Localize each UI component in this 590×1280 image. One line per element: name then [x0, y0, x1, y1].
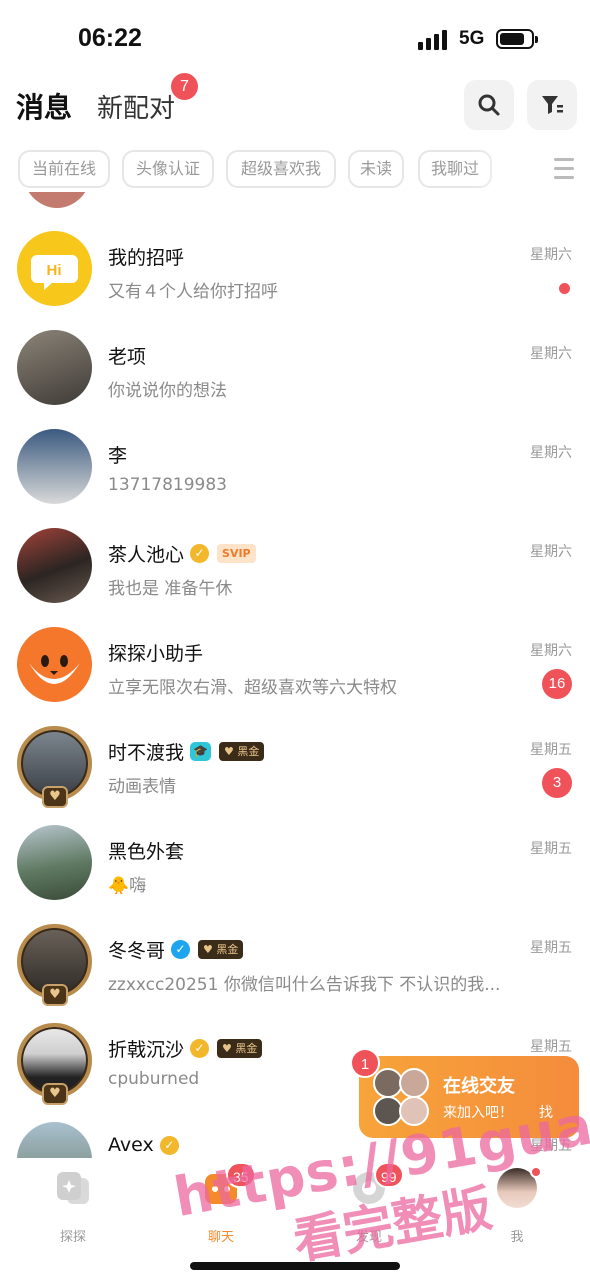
education-icon: 🎓	[190, 742, 212, 761]
contact-name: 冬冬哥	[108, 940, 166, 962]
message-time: 星期六	[530, 346, 572, 362]
unread-count-badge: 16	[542, 669, 572, 699]
contact-name: 李	[108, 445, 128, 467]
chips-fade	[470, 150, 550, 190]
profile-dot	[530, 1166, 542, 1178]
message-preview: 动画表情	[108, 777, 176, 797]
contact-name: 时不渡我	[108, 742, 185, 764]
network-type: 5G	[459, 28, 485, 49]
black-gold-frame-icon: ♥	[42, 984, 68, 1006]
chips-more-icon[interactable]	[554, 158, 574, 180]
message-preview-text: 嗨	[129, 876, 147, 896]
black-gold-tag-label: 黑金	[235, 1042, 258, 1055]
avatar: Hi	[17, 231, 92, 306]
conversation-row[interactable]: 李 13717819983 星期六	[0, 429, 590, 528]
message-time: 星期六	[530, 445, 572, 461]
online-card-title: 在线交友	[443, 1076, 515, 1097]
tab-tantan[interactable]: 探探	[28, 1168, 118, 1248]
greeting-hi-icon: Hi	[17, 231, 92, 306]
filter-icon	[542, 96, 563, 114]
message-time: 星期五	[530, 940, 572, 956]
contact-name: Avex	[108, 1134, 154, 1156]
conversation-row[interactable]: Hi 我的招呼 又有４个人给你打招呼 星期六	[0, 231, 590, 330]
battery-icon	[496, 29, 538, 49]
conversation-row[interactable]: ♥ 时不渡我 🎓 ♥ 黑金 动画表情 星期五 3	[0, 726, 590, 825]
black-gold-frame-icon: ♥	[42, 1083, 68, 1105]
verified-check-icon: ✓	[159, 1135, 179, 1155]
conversation-row[interactable]: 茶人池心 ✓ SVIP 我也是 准备午休 星期六	[0, 528, 590, 627]
conversation-row[interactable]: 老项 你说说你的想法 星期六	[0, 330, 590, 429]
status-bar: 06:22 5G	[0, 0, 590, 70]
contact-name: 黑色外套	[108, 841, 185, 863]
message-time: 星期六	[530, 643, 572, 659]
chick-emoji-icon: 🐥	[108, 876, 130, 896]
avatar	[17, 528, 92, 603]
fox-mascot-icon	[17, 627, 92, 702]
verified-check-icon: ✓	[190, 544, 210, 563]
black-gold-tag: ♥ 黑金	[198, 940, 244, 959]
search-icon	[478, 94, 500, 116]
black-gold-tag-label: 黑金	[216, 943, 239, 956]
contact-name: 我的招呼	[108, 247, 185, 269]
message-time: 星期五	[530, 742, 572, 758]
conversation-row[interactable]: ♥ 冬冬哥 ✓ ♥ 黑金 zzxxcc20251 你微信叫什么告诉我下 不认识的我.…	[0, 924, 590, 1023]
avatar	[17, 429, 92, 504]
message-preview: zzxxcc20251 你微信叫什么告诉我下 不认识的我...	[108, 975, 501, 995]
chip-avatar-verified[interactable]: 头像认证	[122, 150, 214, 188]
message-preview: 你说说你的想法	[108, 381, 227, 401]
avatar	[17, 330, 92, 405]
chip-super-liked-me[interactable]: 超级喜欢我	[226, 150, 336, 188]
chip-online-now[interactable]: 当前在线	[18, 150, 110, 188]
search-button[interactable]	[464, 80, 514, 130]
contact-name: 探探小助手	[108, 643, 204, 665]
tab-messages[interactable]: 消息	[16, 86, 72, 126]
message-preview: 我也是 准备午休	[108, 579, 233, 599]
avatar	[17, 1122, 92, 1158]
unread-count-badge: 3	[542, 768, 572, 798]
conversation-row[interactable]: 探探小助手 立享无限次右滑、超级喜欢等六大特权 星期六 16	[0, 627, 590, 726]
black-gold-tag-label: 黑金	[237, 745, 260, 758]
avatar	[399, 1068, 429, 1098]
cards-icon	[57, 1172, 89, 1204]
message-preview: 立享无限次右滑、超级喜欢等六大特权	[108, 678, 397, 698]
message-time: 星期五	[530, 841, 572, 857]
svg-text:Hi: Hi	[47, 262, 62, 279]
filter-button[interactable]	[527, 80, 577, 130]
conversation-list[interactable]: Hi 我的招呼 又有４个人给你打招呼 星期六 老项 你说说你的想法 星期六 李 …	[0, 192, 590, 1158]
message-preview: 又有４个人给你打招呼	[108, 282, 278, 302]
message-preview: 13717819983	[108, 475, 227, 495]
unread-dot	[559, 283, 570, 294]
message-preview: 🐥嗨	[108, 871, 518, 896]
avatar	[17, 627, 92, 702]
verified-check-icon: ✓	[171, 940, 191, 959]
avatar	[17, 825, 92, 900]
tab-label: 探探	[59, 1230, 86, 1245]
black-gold-tag: ♥ 黑金	[217, 1039, 263, 1058]
home-indicator	[190, 1262, 400, 1270]
black-gold-frame-icon: ♥	[42, 786, 68, 808]
black-gold-tag: ♥ 黑金	[219, 742, 265, 761]
chip-unread[interactable]: 未读	[348, 150, 404, 188]
contact-name: 老项	[108, 346, 147, 368]
verified-check-icon: ✓	[190, 1039, 210, 1058]
filter-chip-bar: 当前在线 头像认证 超级喜欢我 未读 我聊过	[18, 150, 538, 188]
tab-label: 聊天	[207, 1230, 234, 1245]
conversation-row[interactable]: 黑色外套 🐥嗨 星期五	[0, 825, 590, 924]
svip-tag: SVIP	[217, 544, 256, 563]
message-time: 星期六	[530, 247, 572, 263]
status-time: 06:22	[78, 24, 142, 52]
message-time: 星期五	[530, 1039, 572, 1055]
contact-name: 茶人池心	[108, 544, 185, 566]
new-match-badge: 7	[171, 73, 198, 100]
avatar	[22, 192, 92, 208]
signal-icon	[418, 30, 450, 50]
contact-name: 折戟沉沙	[108, 1039, 185, 1061]
message-time: 星期六	[530, 544, 572, 560]
tab-new-match[interactable]: 新配对	[97, 88, 175, 125]
